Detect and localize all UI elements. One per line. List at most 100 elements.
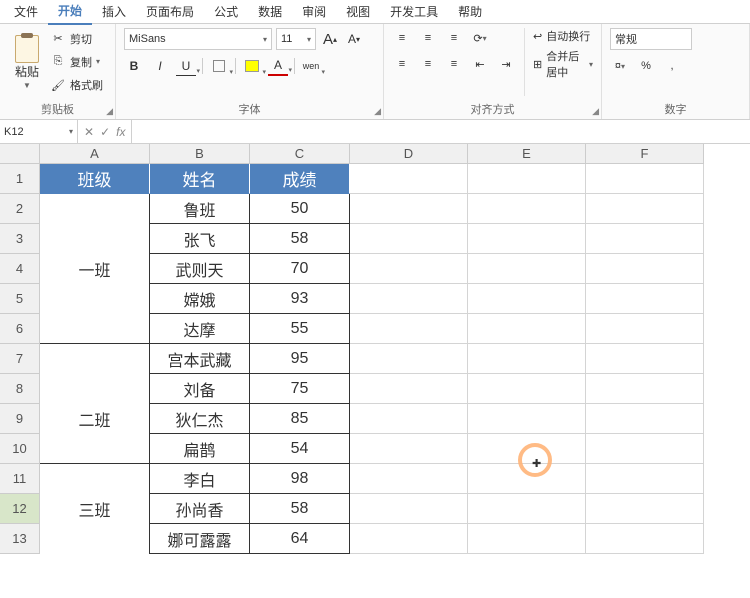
copy-button[interactable]: ⎘ 复制 ▾ [50,51,103,72]
bold-button[interactable]: B [124,56,144,76]
number-format-combo[interactable]: 常规 [610,28,692,50]
borders-button[interactable]: ▾ [209,56,229,76]
expand-alignment-icon[interactable]: ◢ [592,106,599,117]
cell-A2[interactable] [40,194,150,224]
cell-E11[interactable] [468,464,586,494]
cell-A7[interactable] [40,344,150,374]
merge-cells-button[interactable]: ⊞ 合并后居中 ▾ [533,48,593,80]
cell-A11[interactable] [40,464,150,494]
cell-F6[interactable] [586,314,704,344]
wrap-text-button[interactable]: ↩ 自动换行 [533,28,593,44]
cell-B5[interactable]: 嫦娥 [150,284,250,314]
orientation-button[interactable]: ⟳▾ [470,28,490,48]
row-header-5[interactable]: 5 [0,284,40,314]
cell-E10[interactable] [468,434,586,464]
name-box[interactable]: K12 ▾ [0,120,78,143]
cell-F8[interactable] [586,374,704,404]
menu-home[interactable]: 开始 [48,0,92,25]
menu-review[interactable]: 审阅 [292,0,336,24]
cell-D9[interactable] [350,404,468,434]
cell-A10[interactable] [40,434,150,464]
cell-D3[interactable] [350,224,468,254]
col-header-D[interactable]: D [350,144,468,164]
row-header-2[interactable]: 2 [0,194,40,224]
row-header-8[interactable]: 8 [0,374,40,404]
expand-font-icon[interactable]: ◢ [374,106,381,117]
cell-E12[interactable] [468,494,586,524]
cell-D4[interactable] [350,254,468,284]
cell-D6[interactable] [350,314,468,344]
cell-A13[interactable] [40,524,150,554]
cell-C8[interactable]: 75 [250,374,350,404]
cell-A8[interactable] [40,374,150,404]
menu-insert[interactable]: 插入 [92,0,136,24]
cell-C4[interactable]: 70 [250,254,350,284]
cell-C2[interactable]: 50 [250,194,350,224]
cell-B1[interactable]: 姓名 [150,164,250,194]
decrease-font-button[interactable]: A▾ [344,29,364,49]
font-size-combo[interactable]: 11 ▾ [276,28,316,50]
cell-A6[interactable] [40,314,150,344]
cell-B3[interactable]: 张飞 [150,224,250,254]
cell-A3[interactable] [40,224,150,254]
phonetic-button[interactable]: wen ▾ [301,56,321,76]
row-header-11[interactable]: 11 [0,464,40,494]
cell-E8[interactable] [468,374,586,404]
currency-button[interactable]: ¤▾ [610,56,630,76]
cell-D11[interactable] [350,464,468,494]
align-left-button[interactable]: ≡ [392,54,412,74]
increase-indent-button[interactable]: ⇥ [496,54,516,74]
cell-D12[interactable] [350,494,468,524]
cell-B11[interactable]: 李白 [150,464,250,494]
italic-button[interactable]: I [150,56,170,76]
cell-F13[interactable] [586,524,704,554]
underline-button[interactable]: U ▾ [176,56,196,76]
formula-input[interactable] [132,120,750,143]
cell-C11[interactable]: 98 [250,464,350,494]
align-right-button[interactable]: ≡ [444,54,464,74]
cell-C1[interactable]: 成绩 [250,164,350,194]
cell-F12[interactable] [586,494,704,524]
menu-help[interactable]: 帮助 [448,0,492,24]
cell-B2[interactable]: 鲁班 [150,194,250,224]
cell-F9[interactable] [586,404,704,434]
menu-view[interactable]: 视图 [336,0,380,24]
row-header-13[interactable]: 13 [0,524,40,554]
cell-F4[interactable] [586,254,704,284]
cell-D2[interactable] [350,194,468,224]
align-middle-button[interactable]: ≡ [418,28,438,48]
cell-E7[interactable] [468,344,586,374]
font-name-combo[interactable]: MiSans ▾ [124,28,272,50]
cell-C5[interactable]: 93 [250,284,350,314]
cell-E6[interactable] [468,314,586,344]
col-header-E[interactable]: E [468,144,586,164]
cell-D1[interactable] [350,164,468,194]
cell-C6[interactable]: 55 [250,314,350,344]
cell-F3[interactable] [586,224,704,254]
cell-E2[interactable] [468,194,586,224]
format-painter-button[interactable]: 🖌 格式刷 [50,75,103,96]
menu-data[interactable]: 数据 [248,0,292,24]
align-top-button[interactable]: ≡ [392,28,412,48]
cell-C13[interactable]: 64 [250,524,350,554]
cell-F11[interactable] [586,464,704,494]
row-header-10[interactable]: 10 [0,434,40,464]
cell-C10[interactable]: 54 [250,434,350,464]
cell-B12[interactable]: 孙尚香 [150,494,250,524]
cell-B13[interactable]: 娜可露露 [150,524,250,554]
cell-D5[interactable] [350,284,468,314]
cell-D7[interactable] [350,344,468,374]
menu-file[interactable]: 文件 [4,0,48,24]
row-header-6[interactable]: 6 [0,314,40,344]
cell-D8[interactable] [350,374,468,404]
cell-C12[interactable]: 58 [250,494,350,524]
cell-A4[interactable]: 一班 [40,254,150,284]
confirm-formula-icon[interactable]: ✓ [100,125,110,139]
fill-color-button[interactable]: ▾ [242,56,262,76]
col-header-B[interactable]: B [150,144,250,164]
row-header-12[interactable]: 12 [0,494,40,524]
cell-E9[interactable] [468,404,586,434]
expand-clipboard-icon[interactable]: ◢ [106,106,113,117]
cell-F5[interactable] [586,284,704,314]
col-header-A[interactable]: A [40,144,150,164]
